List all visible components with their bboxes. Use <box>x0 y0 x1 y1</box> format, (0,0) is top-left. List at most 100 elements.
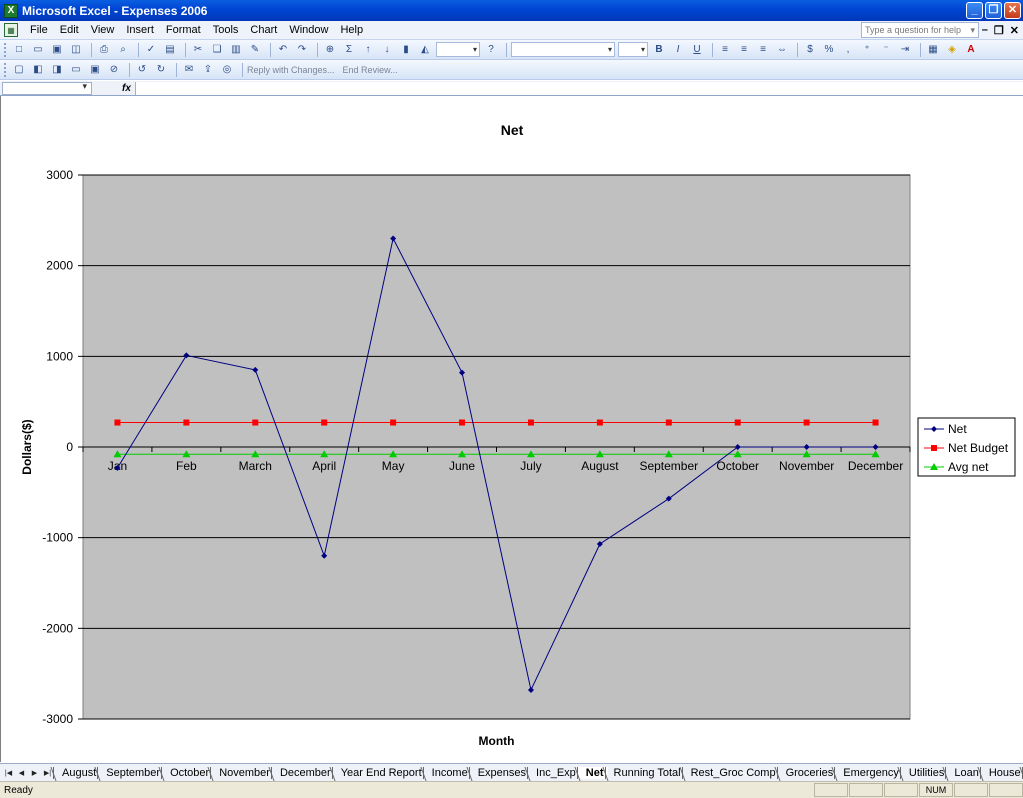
research-icon[interactable]: ▤ <box>162 42 178 58</box>
data-point[interactable] <box>527 419 534 426</box>
track-changes-icon[interactable]: ↺ <box>134 62 150 78</box>
reject-icon[interactable]: ↻ <box>153 62 169 78</box>
percent-icon[interactable]: % <box>821 42 837 58</box>
chart-wizard-icon[interactable]: ▮ <box>398 42 414 58</box>
x-axis-label[interactable]: Month <box>479 734 515 748</box>
chevron-down-icon[interactable]: ▾ <box>970 25 975 36</box>
menu-format[interactable]: Format <box>160 24 207 36</box>
menu-help[interactable]: Help <box>334 24 369 36</box>
increase-decimal-icon[interactable]: ⁺ <box>859 42 875 58</box>
doc-minimize-icon[interactable]: – <box>982 24 988 37</box>
sort-descending-icon[interactable]: ↓ <box>379 42 395 58</box>
print-preview-icon[interactable]: ⌕ <box>115 42 131 58</box>
sheet-tab-august[interactable]: August <box>53 766 100 779</box>
print-icon[interactable]: ⎙ <box>96 42 112 58</box>
doc-close-icon[interactable]: ✕ <box>1010 24 1019 37</box>
close-icon[interactable]: ✕ <box>1004 2 1021 19</box>
y-axis-label[interactable]: Dollars($) <box>20 419 34 474</box>
net-chart[interactable]: Net 3000200010000-1000-2000-3000 JanFebM… <box>1 96 1023 762</box>
data-point[interactable] <box>931 445 937 451</box>
indent-icon[interactable]: ⇥ <box>897 42 913 58</box>
show-comment-icon[interactable]: ▭ <box>68 62 84 78</box>
sort-ascending-icon[interactable]: ↑ <box>360 42 376 58</box>
currency-icon[interactable]: $ <box>802 42 818 58</box>
format-painter-icon[interactable]: ✎ <box>247 42 263 58</box>
chart-title[interactable]: Net <box>501 122 524 138</box>
open-icon[interactable]: ▭ <box>30 42 46 58</box>
data-point[interactable] <box>734 419 741 426</box>
menu-edit[interactable]: Edit <box>54 24 85 36</box>
sheet-tab-groceries[interactable]: Groceries <box>776 766 838 779</box>
insert-function-icon[interactable]: fx <box>122 83 131 94</box>
sheet-tab-rest-groc-comp[interactable]: Rest_Groc Comp <box>681 766 780 779</box>
sheet-tab-september[interactable]: September <box>97 766 164 779</box>
sheet-tab-house[interactable]: House <box>979 766 1023 779</box>
comma-icon[interactable]: , <box>840 42 856 58</box>
next-comment-icon[interactable]: ◨ <box>49 62 65 78</box>
doc-restore-icon[interactable]: ❐ <box>994 24 1004 37</box>
sheet-tab-running-total[interactable]: Running Total <box>604 766 685 779</box>
sheet-tab-december[interactable]: December <box>270 766 335 779</box>
decrease-decimal-icon[interactable]: ⁻ <box>878 42 894 58</box>
menu-chart[interactable]: Chart <box>244 24 283 36</box>
sheet-tab-october[interactable]: October <box>161 766 213 779</box>
menu-window[interactable]: Window <box>283 24 334 36</box>
data-point[interactable] <box>459 419 466 426</box>
fill-color-icon[interactable]: ◈ <box>944 42 960 58</box>
reply-with-changes-button[interactable]: Reply with Changes... <box>247 65 335 75</box>
first-sheet-icon[interactable]: |◀ <box>2 769 15 777</box>
sheet-tab-november[interactable]: November <box>210 766 274 779</box>
menu-tools[interactable]: Tools <box>207 24 245 36</box>
save-icon[interactable]: ▣ <box>49 42 65 58</box>
excel-app-icon[interactable]: X <box>4 3 18 18</box>
undo-icon[interactable]: ↶ <box>275 42 291 58</box>
menu-file[interactable]: File <box>24 24 54 36</box>
mail-recipient-icon[interactable]: ✉ <box>181 62 197 78</box>
previous-comment-icon[interactable]: ◧ <box>30 62 46 78</box>
borders-icon[interactable]: ▦ <box>925 42 941 58</box>
name-box[interactable] <box>2 81 92 95</box>
data-point[interactable] <box>803 419 810 426</box>
cut-icon[interactable]: ✂ <box>190 42 206 58</box>
formula-input[interactable] <box>135 82 1023 95</box>
bold-icon[interactable]: B <box>651 42 667 58</box>
sheet-tab-income[interactable]: Income <box>422 766 472 779</box>
copy-icon[interactable]: ❏ <box>209 42 225 58</box>
data-point[interactable] <box>390 419 397 426</box>
end-review-button[interactable]: End Review... <box>343 65 398 75</box>
spelling-icon[interactable]: ✓ <box>143 42 159 58</box>
menu-view[interactable]: View <box>85 24 121 36</box>
workbook-icon[interactable]: ▦ <box>4 23 18 37</box>
font-size-select[interactable]: ▾ <box>618 42 648 57</box>
restore-icon[interactable]: ❐ <box>985 2 1002 19</box>
chart-sheet[interactable]: Net 3000200010000-1000-2000-3000 JanFebM… <box>0 96 1023 762</box>
redo-icon[interactable]: ↷ <box>294 42 310 58</box>
drawing-icon[interactable]: ◭ <box>417 42 433 58</box>
font-select[interactable]: ▾ <box>511 42 615 57</box>
prev-sheet-icon[interactable]: ◀ <box>15 769 28 777</box>
minimize-icon[interactable]: _ <box>966 2 983 19</box>
sheet-tab-expenses[interactable]: Expenses <box>468 766 530 779</box>
data-point[interactable] <box>321 419 328 426</box>
autosum-icon[interactable]: Σ <box>341 42 357 58</box>
ink-icon[interactable]: ◎ <box>219 62 235 78</box>
data-point[interactable] <box>183 419 190 426</box>
italic-icon[interactable]: I <box>670 42 686 58</box>
align-right-icon[interactable]: ≡ <box>755 42 771 58</box>
data-point[interactable] <box>596 419 603 426</box>
align-center-icon[interactable]: ≡ <box>736 42 752 58</box>
data-point[interactable] <box>872 419 879 426</box>
underline-icon[interactable]: U <box>689 42 705 58</box>
sheet-tab-emergency[interactable]: Emergency <box>834 766 903 779</box>
font-color-icon[interactable]: A <box>963 42 979 58</box>
permission-icon[interactable]: ◫ <box>68 42 84 58</box>
new-icon[interactable]: □ <box>11 42 27 58</box>
menu-insert[interactable]: Insert <box>120 24 160 36</box>
paste-icon[interactable]: ▥ <box>228 42 244 58</box>
chart-legend[interactable]: Net Net Budget Avg net <box>917 417 1016 477</box>
toolbar-grip[interactable] <box>4 42 7 57</box>
data-point[interactable] <box>114 419 121 426</box>
help-icon[interactable]: ? <box>483 42 499 58</box>
data-point[interactable] <box>252 419 259 426</box>
zoom-select[interactable]: ▾ <box>436 42 480 57</box>
